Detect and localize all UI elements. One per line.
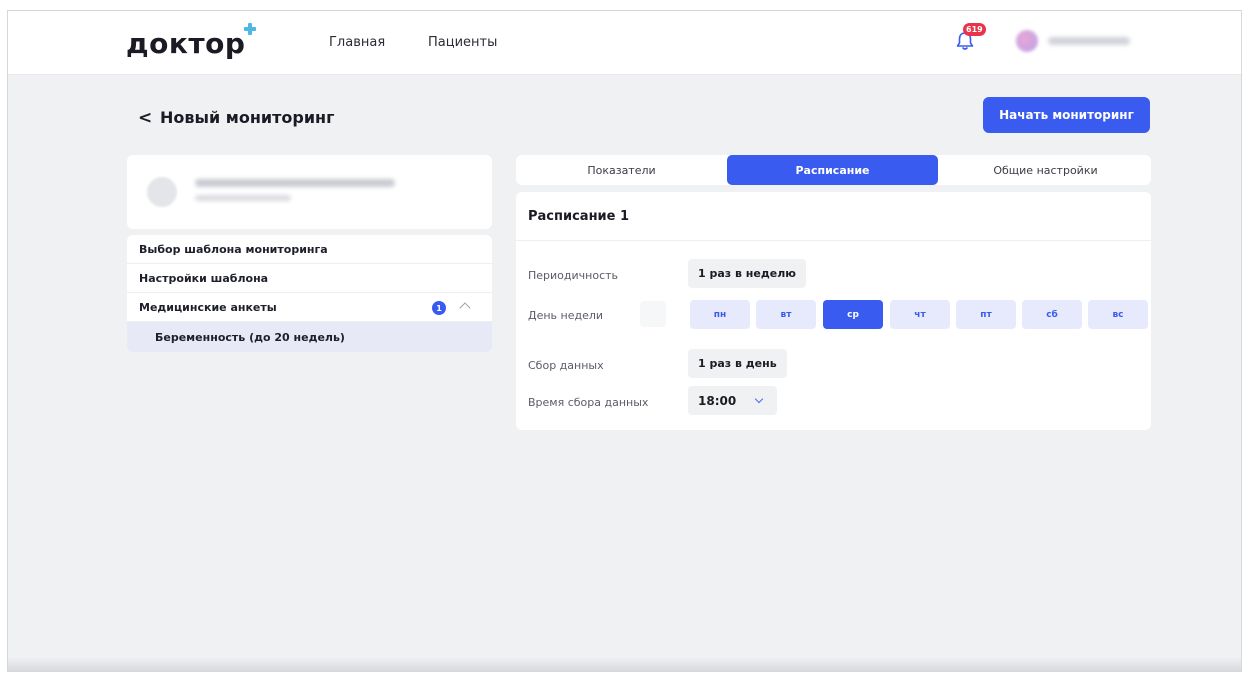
day-wed[interactable]: ср xyxy=(823,300,883,329)
patient-avatar xyxy=(147,177,177,207)
menu-item-template-choice[interactable]: Выбор шаблона мониторинга xyxy=(127,235,492,264)
bottom-shadow xyxy=(8,657,1241,671)
schedule-title: Расписание 1 xyxy=(528,209,630,224)
patient-name-redacted xyxy=(195,179,395,187)
logo[interactable]: доктор xyxy=(126,27,245,60)
nav-patients[interactable]: Пациенты xyxy=(428,35,497,50)
weekday-toggle[interactable] xyxy=(640,301,666,327)
menu-item-label: Настройки шаблона xyxy=(139,271,269,285)
periodicity-select[interactable]: 1 раз в неделю xyxy=(688,259,806,288)
page-title: Новый мониторинг xyxy=(160,108,335,127)
chevron-down-icon xyxy=(754,394,764,404)
collection-time-value: 18:00 xyxy=(698,393,737,408)
collection-time-label: Время сбора данных xyxy=(528,396,649,409)
tab-general-settings[interactable]: Общие настройки xyxy=(940,155,1151,185)
patient-details-redacted xyxy=(195,195,291,201)
divider xyxy=(516,240,1151,241)
monitoring-steps-menu: Выбор шаблона мониторинга Настройки шабл… xyxy=(127,235,492,352)
avatar[interactable] xyxy=(1016,30,1038,52)
menu-item-template-settings[interactable]: Настройки шаблона xyxy=(127,264,492,293)
count-badge: 1 xyxy=(432,301,446,315)
collection-select[interactable]: 1 раз в день xyxy=(688,349,787,378)
day-thu[interactable]: чт xyxy=(890,300,950,329)
back-chevron-icon[interactable]: < xyxy=(138,108,152,128)
day-sun[interactable]: вс xyxy=(1088,300,1148,329)
user-name-redacted[interactable] xyxy=(1048,37,1130,45)
logo-cross-icon xyxy=(244,23,256,35)
weekday-label: День недели xyxy=(528,309,604,322)
chevron-up-icon[interactable] xyxy=(459,302,471,314)
menu-item-label: Выбор шаблона мониторинга xyxy=(139,242,328,256)
schedule-panel: Расписание 1 Периодичность 1 раз в недел… xyxy=(516,192,1151,430)
tab-indicators[interactable]: Показатели xyxy=(516,155,727,185)
nav-home[interactable]: Главная xyxy=(329,35,385,50)
tab-bar: Показатели Расписание Общие настройки xyxy=(516,155,1151,185)
collection-label: Сбор данных xyxy=(528,359,604,372)
tab-schedule[interactable]: Расписание xyxy=(727,155,938,185)
day-sat[interactable]: сб xyxy=(1022,300,1082,329)
day-fri[interactable]: пт xyxy=(956,300,1016,329)
day-tue[interactable]: вт xyxy=(756,300,816,329)
top-bar: доктор Главная Пациенты 619 xyxy=(8,11,1241,75)
menu-item-label: Беременность (до 20 недель) xyxy=(155,330,345,344)
menu-subitem-pregnancy[interactable]: Беременность (до 20 недель) xyxy=(127,322,492,352)
periodicity-label: Периодичность xyxy=(528,269,619,282)
menu-item-medical-forms[interactable]: Медицинские анкеты 1 xyxy=(127,293,492,322)
menu-item-label: Медицинские анкеты xyxy=(139,300,277,314)
app-window: доктор Главная Пациенты 619 < Новый мони… xyxy=(7,10,1242,672)
notification-badge: 619 xyxy=(963,23,986,36)
start-monitoring-button[interactable]: Начать мониторинг xyxy=(983,97,1150,133)
patient-card[interactable] xyxy=(127,155,492,229)
day-mon[interactable]: пн xyxy=(690,300,750,329)
collection-time-select[interactable]: 18:00 xyxy=(688,386,777,415)
